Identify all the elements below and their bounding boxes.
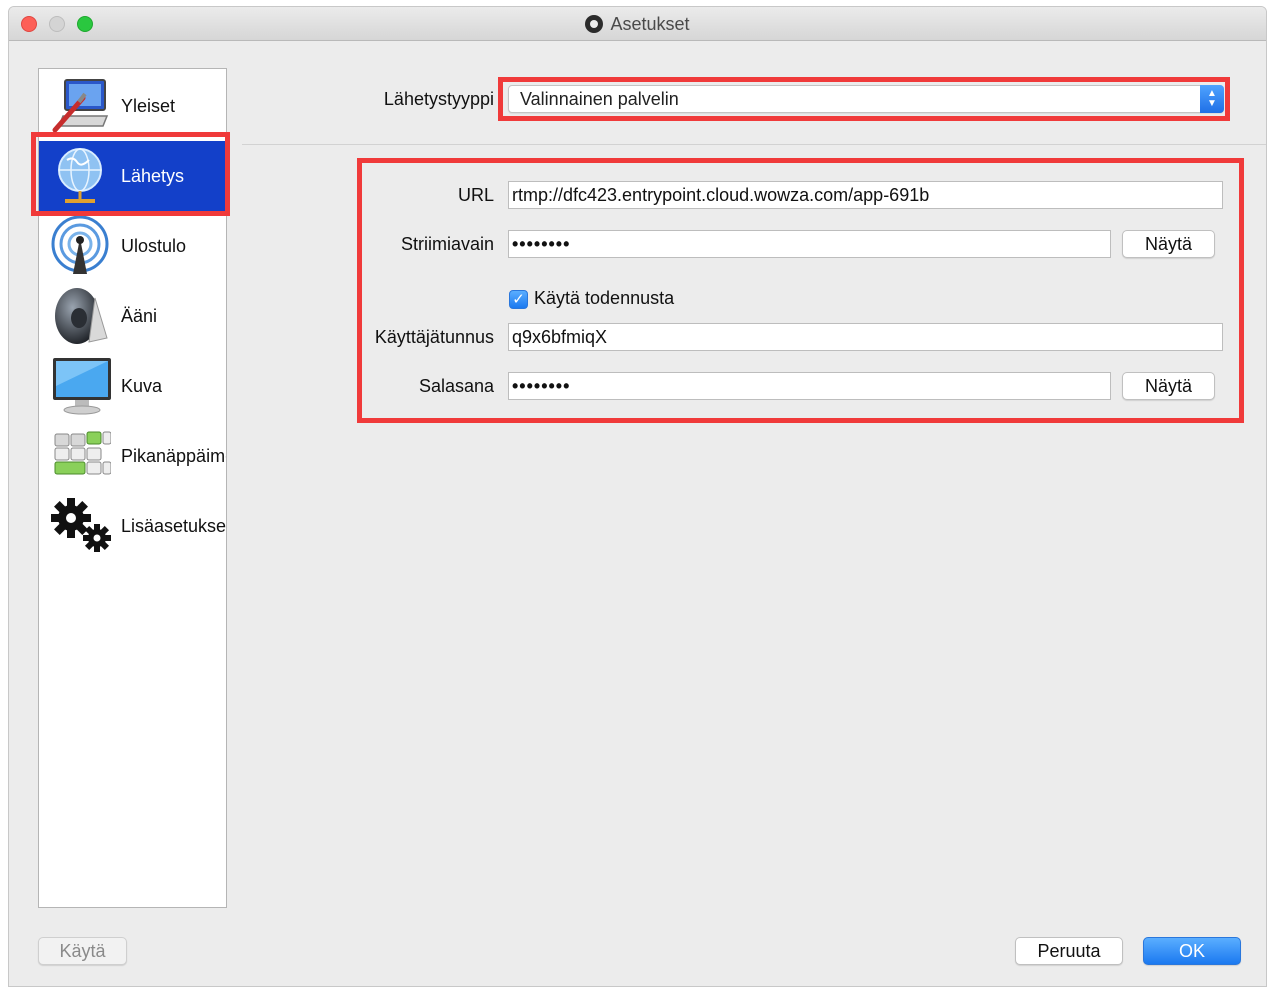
stream-key-label: Striimiavain (400, 234, 494, 254)
ok-button[interactable]: OK (1143, 937, 1241, 965)
username-label: Käyttäjätunnus (374, 327, 494, 347)
section-divider (242, 144, 1266, 145)
sidebar-item-audio[interactable]: Ääni (39, 281, 226, 351)
sidebar-item-output[interactable]: Ulostulo (39, 211, 226, 281)
globe-network-icon (47, 145, 113, 207)
title-bar: Asetukset (9, 7, 1266, 41)
sidebar-item-label: Lisäasetukset (121, 515, 226, 536)
stream-key-input[interactable]: •••••••• (508, 230, 1111, 258)
sidebar-item-stream[interactable]: Lähetys (39, 141, 226, 211)
sidebar-item-label: Pikanäppäimet (121, 445, 226, 466)
sidebar-item-general[interactable]: Yleiset (39, 71, 226, 141)
sidebar-item-hotkeys[interactable]: Pikanäppäimet (39, 421, 226, 491)
keyboard-keys-icon (47, 425, 113, 487)
sidebar-item-label: Ääni (121, 305, 158, 326)
url-label: URL (457, 185, 494, 205)
stream-type-select[interactable]: Valinnainen palvelin ▲ ▼ (508, 85, 1224, 113)
gears-icon (47, 495, 113, 557)
use-authentication-checkbox[interactable]: ✓ (509, 290, 528, 309)
show-password-button[interactable]: Näytä (1122, 372, 1215, 400)
general-computer-icon (47, 75, 113, 137)
stream-type-value: Valinnainen palvelin (520, 88, 679, 109)
window-title: Asetukset (9, 7, 1266, 41)
password-input[interactable]: •••••••• (508, 372, 1111, 400)
password-label: Salasana (418, 376, 494, 396)
window-title-text: Asetukset (610, 13, 690, 34)
sidebar-item-label: Kuva (121, 375, 163, 396)
settings-sidebar: Yleiset Lähetys Ulostulo Ääni Kuva Pikan… (38, 68, 227, 908)
obs-logo-icon (585, 15, 604, 33)
monitor-icon (47, 355, 113, 417)
broadcast-antenna-icon (47, 215, 113, 277)
select-arrows-icon: ▲ ▼ (1200, 85, 1224, 113)
sidebar-item-label: Lähetys (121, 165, 185, 186)
use-authentication-label: Käytä todennusta (534, 288, 675, 308)
sidebar-item-label: Yleiset (121, 95, 176, 116)
sidebar-item-video[interactable]: Kuva (39, 351, 226, 421)
username-input[interactable]: q9x6bfmiqX (508, 323, 1223, 351)
sidebar-item-label: Ulostulo (121, 235, 187, 256)
sidebar-item-advanced[interactable]: Lisäasetukset (39, 491, 226, 561)
cancel-button[interactable]: Peruuta (1015, 937, 1123, 965)
stream-type-label: Lähetystyyppi (383, 89, 494, 109)
show-stream-key-button[interactable]: Näytä (1122, 230, 1215, 258)
settings-window: Asetukset Yleiset Lähetys Ulostulo Ääni … (8, 6, 1267, 987)
url-input[interactable]: rtmp://dfc423.entrypoint.cloud.wowza.com… (508, 181, 1223, 209)
apply-button[interactable]: Käytä (38, 937, 127, 965)
speaker-icon (47, 285, 113, 347)
